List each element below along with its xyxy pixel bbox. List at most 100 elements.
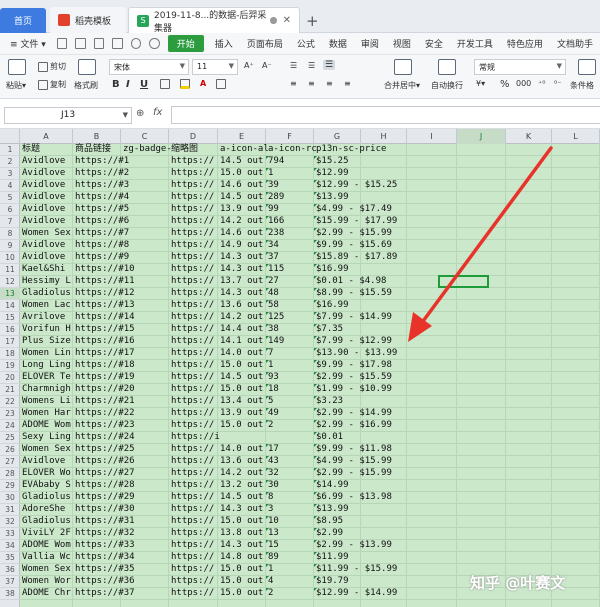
cell-d[interactable]: https:// [171, 228, 214, 239]
cell-f[interactable]: 39 [268, 180, 279, 191]
conditional-format-button[interactable]: 条件格 [570, 80, 594, 91]
cell-g[interactable]: $9.99 - $15.69 [316, 240, 392, 251]
cell-b[interactable]: https://#18 [75, 360, 135, 371]
cell-a[interactable]: Hessimy L [22, 276, 71, 287]
cell-e[interactable]: 13.7 out [220, 276, 263, 287]
cell-b[interactable]: https://#11 [75, 276, 135, 287]
cell-a[interactable]: Long Ling [22, 360, 71, 371]
column-header-j[interactable]: J [457, 129, 506, 144]
row-header[interactable]: 19 [0, 360, 20, 372]
cell-a[interactable]: Avidlove [22, 156, 65, 167]
cell-a[interactable]: Gladiolus [22, 288, 71, 299]
cell-g[interactable]: $13.99 [316, 192, 349, 203]
cell-b[interactable]: https://#9 [75, 252, 129, 263]
formula-input[interactable] [171, 106, 600, 124]
merge-center-icon[interactable] [394, 59, 412, 75]
cell-b[interactable]: https://#27 [75, 468, 135, 479]
name-box[interactable]: J13 ▼ [4, 107, 132, 124]
row-header[interactable]: 9 [0, 240, 20, 252]
font-color-icon[interactable]: A [200, 79, 206, 88]
cell-g[interactable]: $1.99 - $10.99 [316, 384, 392, 395]
cell-b[interactable]: https://#7 [75, 228, 129, 239]
cell-a[interactable]: Avidlove [22, 168, 65, 179]
cell-b[interactable]: https://#25 [75, 444, 135, 455]
cell-a[interactable]: Kael&Shi [22, 264, 65, 275]
cell-g[interactable]: $9.99 - $11.98 [316, 444, 392, 455]
cell-g[interactable]: $16.99 [316, 264, 349, 275]
font-size-select[interactable]: 11 ▼ [192, 59, 238, 75]
borders-icon[interactable] [160, 79, 172, 89]
cell-a[interactable]: Women Lac [22, 300, 71, 311]
row-header[interactable]: 29 [0, 480, 20, 492]
cell-b[interactable]: https://#32 [75, 528, 135, 539]
column-header-g[interactable]: G [314, 129, 361, 144]
cell-g[interactable]: $14.99 [316, 480, 349, 491]
underline-button[interactable]: U [140, 79, 148, 90]
cell-f[interactable]: 17 [268, 444, 279, 455]
cell-a[interactable]: Avidlove [22, 192, 65, 203]
cell-d[interactable]: https:// [171, 552, 214, 563]
cell-d[interactable]: 缩略图 [171, 144, 198, 155]
cell-f[interactable]: 93 [268, 372, 279, 383]
cell-d[interactable]: https:// [171, 192, 214, 203]
cell-g[interactable]: $12.99 - $15.25 [316, 180, 397, 191]
row-header[interactable]: 18 [0, 348, 20, 360]
cell-b[interactable]: https://#20 [75, 384, 135, 395]
cell-d[interactable]: https:// [171, 516, 214, 527]
cell-b[interactable]: https://#8 [75, 240, 129, 251]
cell-e[interactable]: 13.9 out [220, 204, 263, 215]
menu-item-data[interactable]: 数据 [322, 37, 354, 50]
cell-g[interactable]: $3.23 [316, 396, 343, 407]
bold-button[interactable]: B [112, 79, 120, 90]
align-center-icon[interactable]: ≡ [308, 79, 315, 88]
cell-e[interactable]: 14.1 out [220, 336, 263, 347]
cell-a[interactable]: Gladiolus [22, 492, 71, 503]
cell-f[interactable]: 27 [268, 276, 279, 287]
cell-a[interactable]: ADOME Chr [22, 588, 71, 599]
cell-a[interactable]: AdoreShe [22, 504, 65, 515]
cell-d[interactable]: https:// [171, 408, 214, 419]
cell-e[interactable]: 15.0 out [220, 564, 263, 575]
cell-g[interactable]: $8.99 - $15.59 [316, 288, 392, 299]
cell-b[interactable]: https://#23 [75, 420, 135, 431]
cell-a[interactable]: Charmnigh [22, 384, 71, 395]
cell-e[interactable]: 15.0 out [220, 168, 263, 179]
row-header[interactable]: 3 [0, 168, 20, 180]
column-header-d[interactable]: D [169, 129, 218, 144]
cell-a[interactable]: ADOME Wom [22, 540, 71, 551]
cell-g[interactable]: $19.79 [316, 576, 349, 587]
tab-home[interactable]: 首页 [0, 8, 46, 33]
cell-g[interactable]: $11.99 [316, 552, 349, 563]
justify-icon[interactable]: ≡ [344, 79, 351, 88]
cell-a[interactable]: ADOME Wom [22, 420, 71, 431]
row-header[interactable]: 6 [0, 204, 20, 216]
redo-icon[interactable] [149, 38, 160, 49]
print-icon[interactable] [93, 38, 105, 49]
cell-e[interactable]: 14.6 out [220, 180, 263, 191]
cell-b[interactable]: https://#12 [75, 288, 135, 299]
export-pdf-icon[interactable] [75, 38, 86, 49]
cell-e[interactable]: 13.2 out [220, 480, 263, 491]
cell-e[interactable]: a-icon-al [220, 144, 269, 155]
row-header[interactable]: 14 [0, 300, 20, 312]
cell-a[interactable]: Women Har [22, 408, 71, 419]
menu-item-features[interactable]: 特色应用 [500, 37, 550, 50]
cell-b[interactable]: https://#5 [75, 204, 129, 215]
cell-d[interactable]: https:// [171, 348, 214, 359]
menu-item-page-layout[interactable]: 页面布局 [240, 37, 290, 50]
row-header[interactable]: 2 [0, 156, 20, 168]
cell-e[interactable]: 14.3 out [220, 264, 263, 275]
italic-button[interactable]: I [126, 79, 130, 90]
cell-e[interactable]: 14.9 out [220, 240, 263, 251]
row-header[interactable]: 25 [0, 432, 20, 444]
cell-a[interactable]: 标题 [22, 144, 40, 155]
shrink-font-icon[interactable]: A⁻ [262, 61, 272, 70]
cell-b[interactable]: https://#4 [75, 192, 129, 203]
cell-d[interactable]: https:// [171, 216, 214, 227]
cell-f[interactable]: 115 [268, 264, 284, 275]
cell-g[interactable]: $6.99 - $13.98 [316, 492, 392, 503]
cell-e[interactable]: 13.9 out [220, 408, 263, 419]
cell-g[interactable]: $15.25 [316, 156, 349, 167]
cell-e[interactable]: 14.5 out [220, 192, 263, 203]
cell-d[interactable]: https://i [171, 432, 220, 443]
